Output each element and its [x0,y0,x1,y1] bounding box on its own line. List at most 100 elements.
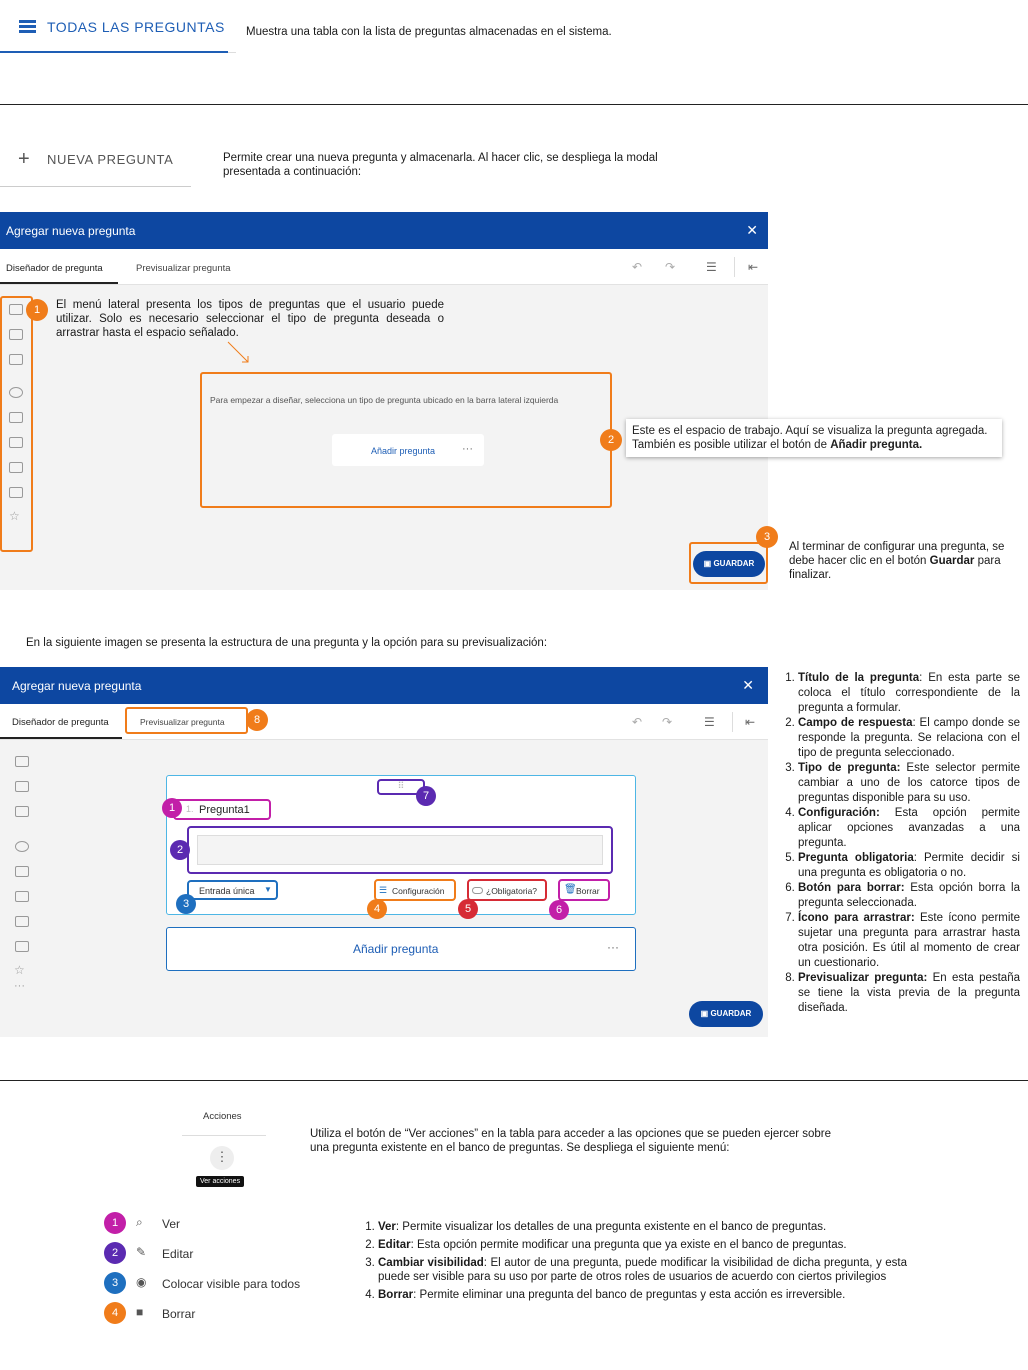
star-icon[interactable]: ☆ [14,963,28,977]
structure-list-item: Configuración: Esta opción permite aplic… [798,806,1020,851]
menu-item-label: Borrar [162,1307,196,1321]
redo-icon[interactable]: ↷ [662,715,672,729]
new-question-description: Permite crear una nueva pregunta y almac… [223,152,658,178]
tab-todas-las-preguntas[interactable]: TODAS LAS PREGUNTAS [0,0,236,54]
callout-3-text: Al terminar de configurar una pregunta, … [789,541,1005,581]
close-icon[interactable]: ✕ [742,677,754,694]
more-types-icon[interactable]: ··· [14,980,28,992]
radio-icon[interactable] [15,841,29,852]
badge-4: 4 [104,1302,126,1324]
answer-field [187,826,613,874]
more-icon[interactable]: ··· [462,443,473,455]
question-type-select[interactable]: Entrada única ▼ [187,880,278,900]
required-toggle[interactable]: ¿Obligatoria? [467,879,547,901]
delete-button[interactable]: 🗑 Borrar [558,879,610,901]
close-icon[interactable]: ✕ [746,222,758,239]
badge-1: 1 [162,798,182,818]
save-button[interactable]: ▣ GUARDAR [693,551,765,577]
eye-icon: ◉ [136,1275,147,1289]
structure-list-item: Campo de respuesta: El campo donde se re… [798,716,1020,761]
menu-item-label: Ver [162,1217,181,1231]
question-type-sidebar: ☆ ··· [0,756,32,1005]
redo-icon[interactable]: ↷ [665,260,675,274]
save-icon: ▣ [703,559,714,568]
actions-list-item: Cambiar visibilidad: El autor de una pre… [378,1256,907,1284]
toggle-icon [472,887,483,894]
actions-column: Acciones ⋮ Ver acciones [182,1097,266,1187]
actions-description: Utiliza el botón de “Ver acciones” en la… [310,1128,832,1154]
chevron-down-icon: ▼ [264,885,272,894]
configuration-button[interactable]: ☰ Configuración [374,879,456,901]
structure-list-item: Botón para borrar: Esta opción borra la … [798,881,1020,911]
actions-list-item: Editar: Esta opción permite modificar un… [378,1238,907,1252]
actions-list-item: Borrar: Permite eliminar una pregunta de… [378,1288,907,1302]
text-area-icon[interactable] [15,781,29,792]
question-title[interactable]: 1. Pregunta1 [173,799,271,820]
add-question-button[interactable]: Añadir pregunta ··· [332,434,484,466]
single-input-icon[interactable] [15,756,29,767]
multi-input-icon[interactable] [15,806,29,817]
badge-4: 4 [367,899,387,919]
divider [0,1080,1028,1081]
search-icon: ⌕ [136,1215,143,1229]
menu-item-colocar[interactable]: 3 ◉ Colocar visible para todos [100,1268,326,1298]
more-vert-icon[interactable]: ⋮ [210,1146,234,1170]
tooltip: Ver acciones [196,1176,245,1187]
badge-2: 2 [600,429,622,451]
callout-2-text: Este es el espacio de trabajo. Aquí se v… [626,419,1002,457]
actions-list-item: Ver: Permite visualizar los detalles de … [378,1220,907,1234]
callout-1-text: El menú lateral presenta los tipos de pr… [56,299,444,339]
structure-list-item: Tipo de pregunta: Este selector permite … [798,761,1020,806]
modal-tabs: Diseñador de pregunta Previsualizar preg… [0,704,768,740]
matrix-icon[interactable] [15,916,29,927]
collapse-panel-icon[interactable]: ⇤ [748,260,758,274]
plus-icon: + [18,148,30,170]
callout-sidebar [0,296,33,552]
badge-3: 3 [104,1272,126,1294]
pencil-icon: ✎ [136,1245,147,1259]
question-card[interactable]: ⠿ 1. Pregunta1 Entrada única ▼ ☰ Configu… [166,775,636,915]
undo-icon[interactable]: ↶ [632,715,642,729]
structure-list-item: Pregunta obligatoria: Permite decidir si… [798,851,1020,881]
dropdown-icon[interactable] [15,866,29,877]
badge-2: 2 [104,1242,126,1264]
badge-1: 1 [26,299,48,321]
trash-icon: ■ [136,1305,144,1319]
badge-6: 6 [549,900,569,920]
modal-question-structure: Agregar nueva pregunta ✕ Diseñador de pr… [0,667,768,1037]
badge-3: 3 [176,894,196,914]
menu-item-editar[interactable]: 2 ✎ Editar [100,1238,326,1268]
arrow-icon [227,341,249,363]
tab-preview[interactable]: Previsualizar pregunta [140,717,225,727]
tab-designer[interactable]: Diseñador de pregunta [6,263,103,274]
save-button[interactable]: ▣ GUARDAR [689,1001,763,1027]
settings-sliders-icon[interactable]: ☰ [706,260,717,274]
menu-item-ver[interactable]: 1 ⌕ Ver [100,1208,326,1238]
checkbox-icon[interactable] [15,891,29,902]
tab-description: Muestra una tabla con la lista de pregun… [246,26,612,38]
tab-designer[interactable]: Diseñador de pregunta [12,717,109,728]
workarea: Para empezar a diseñar, selecciona un ti… [200,372,612,508]
structure-intro: En la siguiente imagen se presenta la es… [26,637,548,649]
add-question-button[interactable]: Añadir pregunta ··· [166,927,636,971]
menu-item-borrar[interactable]: 4 ■ Borrar [100,1298,326,1328]
boolean-icon[interactable] [15,941,29,952]
answer-input[interactable] [197,835,603,865]
actions-menu: 1 ⌕ Ver 2 ✎ Editar 3 ◉ Colocar visible para todo… [100,1208,326,1334]
structure-list-item: Previsualizar pregunta: En esta pestaña … [798,971,1020,1016]
more-icon[interactable]: ··· [607,940,619,954]
undo-icon[interactable]: ↶ [632,260,642,274]
modal-tabs: Diseñador de pregunta Previsualizar preg… [0,249,768,285]
modal-header: Agregar nueva pregunta ✕ [0,667,768,704]
sliders-icon: ☰ [379,885,388,895]
actions-list: Ver: Permite visualizar los detalles de … [362,1220,907,1306]
tab-label: TODAS LAS PREGUNTAS [47,19,225,35]
collapse-panel-icon[interactable]: ⇤ [745,715,755,729]
divider [0,104,1028,105]
tab-preview[interactable]: Previsualizar pregunta [136,263,231,274]
menu-icon [19,20,36,33]
save-icon: ▣ [700,1009,711,1018]
settings-sliders-icon[interactable]: ☰ [704,715,715,729]
structure-list-item: Ícono para arrastrar: Este ícono permite… [798,911,1020,971]
modal-title: Agregar nueva pregunta [6,224,136,238]
